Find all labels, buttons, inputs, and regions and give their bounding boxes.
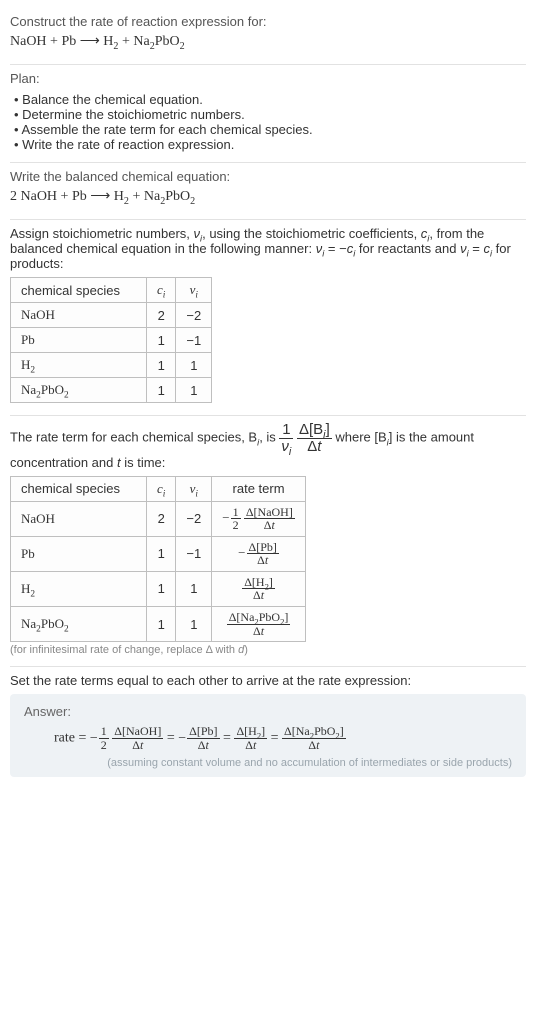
table-header-row: chemical species ci νi (11, 278, 212, 303)
col-ci: ci (147, 278, 176, 303)
table-row: Na2PbO2 1 1 Δ[Na2PbO2]Δt (11, 607, 306, 642)
col-ci: ci (147, 476, 176, 501)
table-row: H2 1 1 (11, 353, 212, 378)
cell-species: Na2PbO2 (11, 607, 147, 642)
stoich-text: Assign stoichiometric numbers, νi, using… (10, 226, 526, 271)
table-row: Na2PbO2 1 1 (11, 378, 212, 403)
cell-species: Na2PbO2 (11, 378, 147, 403)
cell-ci: 1 (147, 353, 176, 378)
cell-rateterm: −Δ[Pb]Δt (212, 536, 306, 571)
rateterm-section: The rate term for each chemical species,… (10, 416, 526, 667)
plan-item: Assemble the rate term for each chemical… (14, 122, 526, 137)
rateterm-footnote: (for infinitesimal rate of change, repla… (10, 644, 526, 656)
cell-vi: −2 (176, 501, 212, 536)
cell-vi: −2 (176, 303, 212, 328)
stoich-section: Assign stoichiometric numbers, νi, using… (10, 220, 526, 416)
cell-ci: 2 (147, 501, 176, 536)
unbalanced-equation: NaOH + Pb ⟶ H2 + Na2PbO2 (10, 29, 526, 54)
table-row: NaOH 2 −2 −12 Δ[NaOH]Δt (11, 501, 306, 536)
cell-rateterm: −12 Δ[NaOH]Δt (212, 501, 306, 536)
rateterm-table: chemical species ci νi rate term NaOH 2 … (10, 476, 306, 643)
balanced-heading: Write the balanced chemical equation: (10, 169, 526, 184)
table-row: NaOH 2 −2 (11, 303, 212, 328)
cell-ci: 1 (147, 536, 176, 571)
plan-heading: Plan: (10, 71, 526, 86)
plan-item: Determine the stoichiometric numbers. (14, 107, 526, 122)
plan-list: Balance the chemical equation. Determine… (10, 92, 526, 152)
cell-ci: 1 (147, 571, 176, 606)
col-vi: νi (176, 278, 212, 303)
col-species: chemical species (11, 278, 147, 303)
cell-ci: 1 (147, 328, 176, 353)
cell-rateterm: Δ[Na2PbO2]Δt (212, 607, 306, 642)
stoich-table: chemical species ci νi NaOH 2 −2 Pb 1 −1… (10, 277, 212, 403)
plan-item: Balance the chemical equation. (14, 92, 526, 107)
cell-species: H2 (11, 353, 147, 378)
final-lead: Set the rate terms equal to each other t… (10, 673, 526, 688)
cell-ci: 2 (147, 303, 176, 328)
cell-species: NaOH (11, 303, 147, 328)
cell-species: H2 (11, 571, 147, 606)
col-vi: νi (176, 476, 212, 501)
problem-heading: Construct the rate of reaction expressio… (10, 14, 526, 29)
table-row: H2 1 1 Δ[H2]Δt (11, 571, 306, 606)
rate-expression: rate = −12 Δ[NaOH]Δt = −Δ[Pb]Δt = Δ[H2]Δ… (24, 725, 512, 751)
cell-vi: 1 (176, 571, 212, 606)
cell-vi: −1 (176, 328, 212, 353)
table-row: Pb 1 −1 (11, 328, 212, 353)
cell-species: Pb (11, 328, 147, 353)
col-rateterm: rate term (212, 476, 306, 501)
balanced-equation: 2 NaOH + Pb ⟶ H2 + Na2PbO2 (10, 184, 526, 209)
answer-box: Answer: rate = −12 Δ[NaOH]Δt = −Δ[Pb]Δt … (10, 694, 526, 777)
problem-statement: Construct the rate of reaction expressio… (10, 8, 526, 65)
cell-rateterm: Δ[H2]Δt (212, 571, 306, 606)
rateterm-lead: The rate term for each chemical species,… (10, 422, 526, 470)
cell-vi: 1 (176, 353, 212, 378)
cell-vi: 1 (176, 607, 212, 642)
final-section: Set the rate terms equal to each other t… (10, 667, 526, 787)
balanced-section: Write the balanced chemical equation: 2 … (10, 163, 526, 220)
cell-ci: 1 (147, 378, 176, 403)
plan-section: Plan: Balance the chemical equation. Det… (10, 65, 526, 163)
table-header-row: chemical species ci νi rate term (11, 476, 306, 501)
cell-ci: 1 (147, 607, 176, 642)
col-species: chemical species (11, 476, 147, 501)
answer-footnote: (assuming constant volume and no accumul… (24, 757, 512, 769)
cell-vi: 1 (176, 378, 212, 403)
cell-vi: −1 (176, 536, 212, 571)
cell-species: NaOH (11, 501, 147, 536)
cell-species: Pb (11, 536, 147, 571)
answer-label: Answer: (24, 704, 512, 719)
table-row: Pb 1 −1 −Δ[Pb]Δt (11, 536, 306, 571)
plan-item: Write the rate of reaction expression. (14, 137, 526, 152)
